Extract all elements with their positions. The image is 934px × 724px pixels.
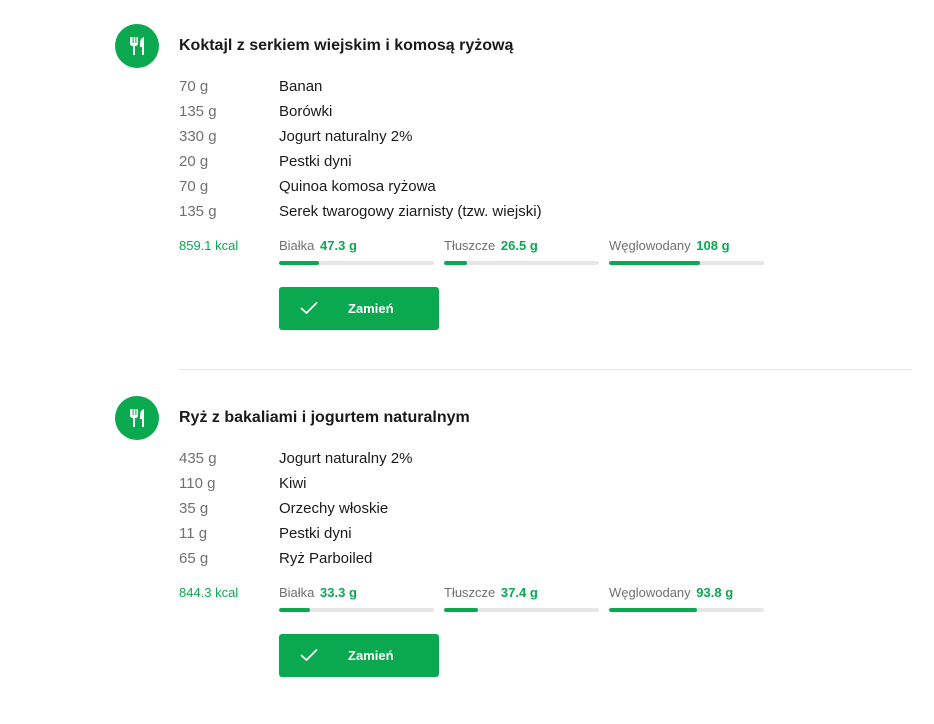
ingredient-name: Borówki xyxy=(279,103,333,120)
macro-value: 33.3 g xyxy=(320,585,357,600)
ingredient-quantity: 65 g xyxy=(179,550,209,567)
check-icon xyxy=(300,649,318,661)
macro-label: Tłuszcze xyxy=(444,238,496,253)
fork-knife-icon xyxy=(115,24,159,68)
macro-fat: Tłuszcze 37.4 g xyxy=(444,585,599,612)
meal-divider xyxy=(179,369,912,370)
macro-progress-fill xyxy=(444,261,468,265)
ingredient-quantity: 135 g xyxy=(179,103,217,120)
ingredient-name: Ryż Parboiled xyxy=(279,550,373,567)
ingredient-name: Pestki dyni xyxy=(279,153,352,170)
ingredient-name: Orzechy włoskie xyxy=(279,500,389,517)
ingredient-name: Kiwi xyxy=(279,475,307,492)
ingredient-quantity: 70 g xyxy=(179,178,209,195)
ingredient-name: Pestki dyni xyxy=(279,525,352,542)
macro-label: Węglowodany xyxy=(609,585,691,600)
macro-progress-fill xyxy=(609,261,701,265)
ingredient-name: Jogurt naturalny 2% xyxy=(279,450,413,467)
macro-progress-bar xyxy=(444,608,599,612)
ingredient-quantity: 110 g xyxy=(179,475,216,492)
macro-progress-bar xyxy=(279,608,434,612)
macro-protein: Białka 33.3 g xyxy=(279,585,434,612)
ingredient-quantity: 35 g xyxy=(179,500,209,517)
macro-progress-fill xyxy=(609,608,698,612)
ingredient-quantity: 11 g xyxy=(179,525,208,542)
ingredient-name: Serek twarogowy ziarnisty (tzw. wiejski) xyxy=(279,203,542,220)
macro-carbs: Węglowodany 108 g xyxy=(609,238,764,265)
fork-knife-icon xyxy=(115,396,159,440)
calories-value: 859.1 kcal xyxy=(179,238,239,253)
ingredient-quantity: 135 g xyxy=(179,203,217,220)
swap-button-label: Zamień xyxy=(348,301,394,316)
meal-title: Ryż z bakaliami i jogurtem naturalnym xyxy=(179,409,470,426)
macro-progress-bar xyxy=(609,608,764,612)
macro-label: Węglowodany xyxy=(609,238,691,253)
macro-fat: Tłuszcze 26.5 g xyxy=(444,238,599,265)
macro-label: Białka xyxy=(279,238,315,253)
ingredient-quantity: 20 g xyxy=(179,153,209,170)
ingredient-quantity: 330 g xyxy=(179,128,217,145)
macro-value: 93.8 g xyxy=(696,585,734,600)
swap-button[interactable]: Zamień xyxy=(279,287,439,330)
macro-progress-bar xyxy=(279,261,434,265)
meal-title: Koktajl z serkiem wiejskim i komosą ryżo… xyxy=(179,37,514,54)
macro-value: 26.5 g xyxy=(500,238,538,253)
macro-value: 47.3 g xyxy=(320,238,357,253)
ingredient-name: Banan xyxy=(279,78,323,95)
macro-progress-fill xyxy=(279,261,320,265)
macro-value: 37.4 g xyxy=(500,585,538,600)
macro-carbs: Węglowodany 93.8 g xyxy=(609,585,764,612)
ingredient-name: Quinoa komosa ryżowa xyxy=(279,178,436,195)
calories-value: 844.3 kcal xyxy=(179,585,239,600)
swap-button[interactable]: Zamień xyxy=(279,634,439,677)
macro-value: 108 g xyxy=(696,238,730,253)
macro-progress-bar xyxy=(609,261,764,265)
ingredient-name: Jogurt naturalny 2% xyxy=(279,128,413,145)
swap-button-label: Zamień xyxy=(348,648,394,663)
macro-label: Tłuszcze xyxy=(444,585,496,600)
ingredient-quantity: 435 g xyxy=(179,450,217,467)
ingredient-quantity: 70 g xyxy=(179,78,209,95)
macro-protein: Białka 47.3 g xyxy=(279,238,434,265)
check-icon xyxy=(300,302,318,314)
macro-progress-fill xyxy=(279,608,310,612)
macro-progress-fill xyxy=(444,608,479,612)
macro-label: Białka xyxy=(279,585,315,600)
macro-progress-bar xyxy=(444,261,599,265)
